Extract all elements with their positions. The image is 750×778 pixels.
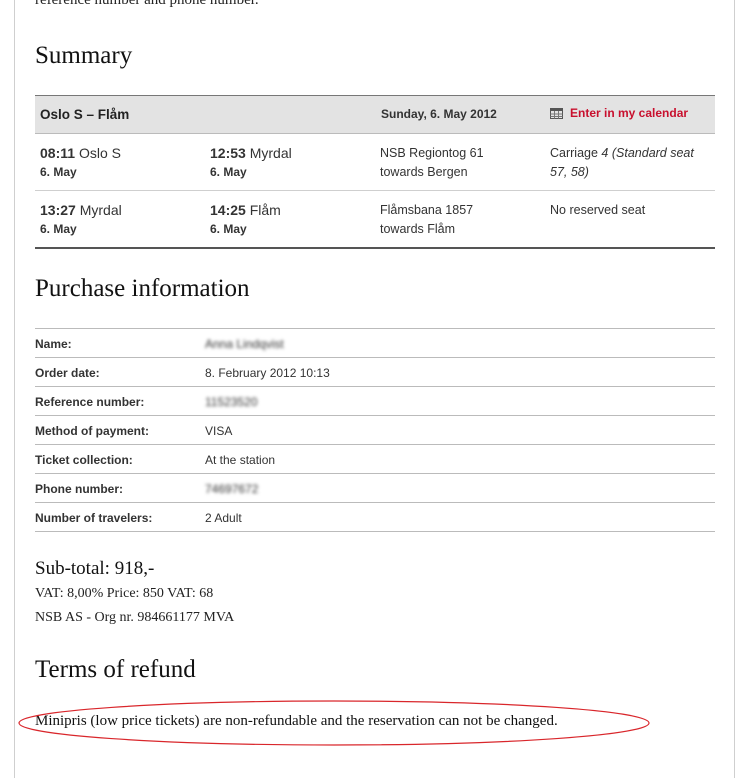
train-direction: towards Flåm	[380, 222, 456, 236]
purchase-table: Name: Anna Lindqvist Order date: 8. Febr…	[35, 328, 715, 532]
leg-row: 13:27 Myrdal 6. May 14:25 Flåm 6. May Fl…	[35, 190, 715, 247]
purchase-row-collection: Ticket collection: At the station	[35, 445, 715, 474]
seat-info: Carriage 4 (Standard seat 57, 58)	[550, 144, 710, 182]
summary-heading: Summary	[35, 42, 133, 69]
order-date-label: Order date:	[35, 366, 100, 380]
arrival-time: 12:53	[210, 145, 246, 161]
departure-date: 6. May	[40, 165, 77, 179]
arrival-date: 6. May	[210, 165, 247, 179]
purchase-row-order-date: Order date: 8. February 2012 10:13	[35, 358, 715, 387]
calendar-link-label[interactable]: Enter in my calendar	[570, 106, 688, 120]
purchase-row-phone: Phone number: 74697672	[35, 474, 715, 503]
travel-date: Sunday, 6. May 2012	[381, 107, 497, 121]
departure-time: 13:27	[40, 202, 76, 218]
departure: 13:27 Myrdal 6. May	[40, 201, 122, 239]
train-name: Flåmsbana 1857	[380, 203, 474, 217]
arrival-station: Myrdal	[249, 145, 292, 161]
arrival: 14:25 Flåm 6. May	[210, 201, 281, 239]
seat-info: No reserved seat	[550, 201, 710, 220]
arrival-time: 14:25	[210, 202, 246, 218]
seat-carriage: 4	[601, 146, 609, 160]
departure: 08:11 Oslo S 6. May	[40, 144, 121, 182]
arrival: 12:53 Myrdal 6. May	[210, 144, 292, 182]
collection-value: At the station	[205, 453, 276, 467]
purchase-row-travelers: Number of travelers: 2 Adult	[35, 503, 715, 532]
name-label: Name:	[35, 337, 72, 351]
train-direction: towards Bergen	[380, 165, 468, 179]
order-date-value: 8. February 2012 10:13	[205, 366, 330, 380]
purchase-row-reference: Reference number: 11523520	[35, 387, 715, 416]
departure-date: 6. May	[40, 222, 77, 236]
summary-header: Oslo S – Flåm Sunday, 6. May 2012 Enter …	[35, 96, 715, 134]
reference-value: 11523520	[205, 395, 258, 409]
calendar-icon	[550, 107, 563, 119]
refund-heading: Terms of refund	[35, 656, 196, 683]
highlight-ellipse	[18, 700, 650, 746]
calendar-link[interactable]: Enter in my calendar	[550, 106, 688, 120]
vat-line: VAT: 8,00% Price: 850 VAT: 68	[35, 586, 214, 601]
arrival-date: 6. May	[210, 222, 247, 236]
arrival-station: Flåm	[249, 202, 281, 218]
phone-value: 74697672	[205, 482, 259, 496]
travelers-label: Number of travelers:	[35, 511, 153, 525]
reference-label: Reference number:	[35, 395, 145, 409]
departure-time: 08:11	[40, 145, 76, 161]
departure-station: Oslo S	[78, 145, 121, 161]
seat-text: No reserved seat	[550, 203, 646, 217]
train-name: NSB Regiontog 61	[380, 146, 484, 160]
train-info: NSB Regiontog 61 towards Bergen	[380, 144, 540, 182]
payment-label: Method of payment:	[35, 424, 149, 438]
train-info: Flåmsbana 1857 towards Flåm	[380, 201, 540, 239]
summary-table: Oslo S – Flåm Sunday, 6. May 2012 Enter …	[35, 95, 715, 249]
purchase-heading: Purchase information	[35, 275, 250, 302]
collection-label: Ticket collection:	[35, 453, 133, 467]
departure-station: Myrdal	[79, 202, 122, 218]
subtotal: Sub-total: 918,-	[35, 558, 155, 579]
name-value: Anna Lindqvist	[205, 337, 284, 351]
route-title: Oslo S – Flåm	[40, 107, 130, 122]
seat-prefix: Carriage	[550, 146, 602, 160]
intro-text: reference number and phone number.	[35, 0, 259, 8]
leg-row: 08:11 Oslo S 6. May 12:53 Myrdal 6. May …	[35, 134, 715, 190]
travelers-value: 2 Adult	[205, 511, 242, 525]
phone-label: Phone number:	[35, 482, 124, 496]
payment-value: VISA	[205, 424, 233, 438]
purchase-row-payment: Method of payment: VISA	[35, 416, 715, 445]
org-number: NSB AS - Org nr. 984661177 MVA	[35, 610, 235, 625]
purchase-row-name: Name: Anna Lindqvist	[35, 329, 715, 358]
